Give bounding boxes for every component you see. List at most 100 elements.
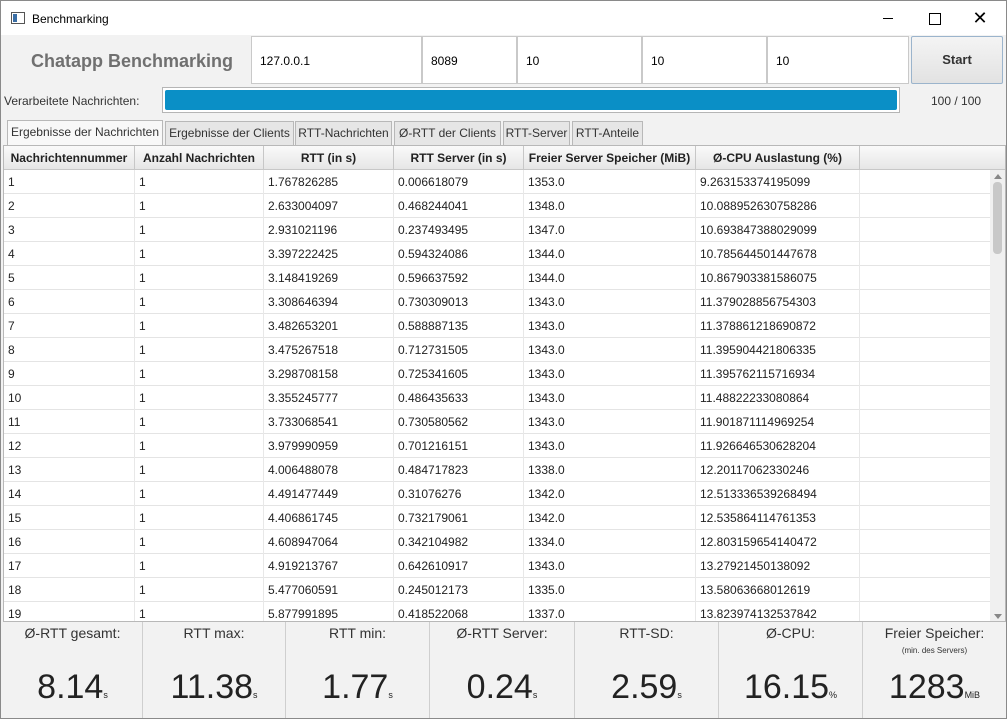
table-row[interactable]: 18 1 5.477060591 0.245012173 1335.0 13.580636… [4,578,990,602]
table-cell: 11.395904421806335 [696,338,860,362]
table-cell-empty [860,266,990,290]
app-heading: Chatapp Benchmarking [31,51,234,71]
table-cell: 1 [135,410,264,434]
column-header[interactable]: Freier Server Speicher (MiB) [524,146,696,170]
table-row[interactable]: 13 1 4.006488078 0.484717823 1338.0 12.201170… [4,458,990,482]
table-cell: 1 [135,242,264,266]
start-button[interactable]: Start [911,36,1003,84]
minimize-button[interactable] [865,1,911,35]
column-header[interactable]: RTT Server (in s) [394,146,524,170]
table-cell: 0.31076276 [394,482,524,506]
stat-avg-rtt: Ø-RTT gesamt: 8.14s [3,622,143,718]
table-row[interactable]: 9 1 3.298708158 0.725341605 1343.0 11.3957621… [4,362,990,386]
close-button[interactable]: ✕ [957,1,1003,35]
table-cell: 1.767826285 [264,170,394,194]
stat-label: Ø-CPU: [766,625,815,641]
table-cell: 1348.0 [524,194,696,218]
table-cell: 1 [135,482,264,506]
table-cell: 1338.0 [524,458,696,482]
table-row[interactable]: 11 1 3.733068541 0.730580562 1343.0 11.901871… [4,410,990,434]
table-row[interactable]: 16 1 4.608947064 0.342104982 1334.0 12.803159… [4,530,990,554]
table-row[interactable]: 10 1 3.355245777 0.486435633 1343.0 11.488222… [4,386,990,410]
table-cell: 3.308646394 [264,290,394,314]
tab-rtt-anteile[interactable]: RTT-Anteile [572,121,643,145]
table-cell: 12.535864114761353 [696,506,860,530]
table-cell: 10.088952630758286 [696,194,860,218]
column-header[interactable]: Anzahl Nachrichten [135,146,264,170]
table-cell: 11.48822233080864 [696,386,860,410]
table-row[interactable]: 6 1 3.308646394 0.730309013 1343.0 11.3790288… [4,290,990,314]
table-cell: 2.633004097 [264,194,394,218]
table-cell-empty [860,314,990,338]
table-cell: 1 [135,194,264,218]
stat-avg-rtt-server: Ø-RTT Server: 0.24s [430,622,575,718]
table-cell: 1343.0 [524,554,696,578]
table-cell: 1 [135,218,264,242]
stat-value: 16.15% [743,668,838,706]
tab-rtt-clients[interactable]: Ø-RTT der Clients [394,121,501,145]
table-cell: 1335.0 [524,578,696,602]
table-row[interactable]: 5 1 3.148419269 0.596637592 1344.0 10.8679033… [4,266,990,290]
param-field-1[interactable]: 10 [517,36,642,84]
table-row[interactable]: 12 1 3.979990959 0.701216151 1343.0 11.926646… [4,434,990,458]
stat-avg-cpu: Ø-CPU: 16.15% [719,622,863,718]
scroll-down-icon[interactable] [994,614,1002,619]
table-cell: 12.20117062330246 [696,458,860,482]
stat-value: 1283MiB [888,668,981,706]
maximize-button[interactable] [911,1,957,35]
table-cell: 15 [4,506,135,530]
port-field[interactable]: 8089 [422,36,517,84]
column-header[interactable]: Ø-CPU Auslastung (%) [696,146,860,170]
table-cell: 1342.0 [524,482,696,506]
table-cell: 11.378861218690872 [696,314,860,338]
column-header[interactable]: Nachrichtennummer [4,146,135,170]
table-cell: 1 [4,170,135,194]
table-cell: 1342.0 [524,506,696,530]
table-cell: 1343.0 [524,386,696,410]
table-cell: 1 [135,458,264,482]
table-row[interactable]: 17 1 4.919213767 0.642610917 1343.0 13.279214… [4,554,990,578]
table-cell: 1337.0 [524,602,696,621]
param-field-3[interactable]: 10 [767,36,909,84]
stat-label: RTT-SD: [619,625,674,641]
table-cell: 10.867903381586075 [696,266,860,290]
table-cell: 13.27921450138092 [696,554,860,578]
table-cell: 13.58063668012619 [696,578,860,602]
table-cell: 10.693847388029099 [696,218,860,242]
table-scrollbar[interactable] [990,170,1005,621]
host-field[interactable]: 127.0.0.1 [251,36,422,84]
scroll-thumb[interactable] [993,182,1002,254]
table-row[interactable]: 19 1 5.877991895 0.418522068 1337.0 13.823974… [4,602,990,621]
table-row[interactable]: 1 1 1.767826285 0.006618079 1353.0 9.26315337… [4,170,990,194]
table-cell: 7 [4,314,135,338]
table-cell: 2 [4,194,135,218]
param-field-2[interactable]: 10 [642,36,767,84]
table-row[interactable]: 3 1 2.931021196 0.237493495 1347.0 10.6938473… [4,218,990,242]
column-header[interactable]: RTT (in s) [264,146,394,170]
progress-bar [162,87,900,113]
table-cell: 1 [135,170,264,194]
table-cell: 3 [4,218,135,242]
table-row[interactable]: 15 1 4.406861745 0.732179061 1342.0 12.535864… [4,506,990,530]
stat-free-memory: Freier Speicher: (min. des Servers) 1283… [863,622,1006,718]
table-row[interactable]: 7 1 3.482653201 0.588887135 1343.0 11.3788612… [4,314,990,338]
table-cell: 1 [135,506,264,530]
table-cell: 1 [135,530,264,554]
table-cell: 3.475267518 [264,338,394,362]
progress-fill [165,90,897,110]
table-cell: 10.785644501447678 [696,242,860,266]
results-table: Nachrichtennummer Anzahl Nachrichten RTT… [3,145,1006,622]
progress-row: Verarbeitete Nachrichten: 100 / 100 [1,85,1006,115]
table-cell-empty [860,242,990,266]
tab-clients[interactable]: Ergebnisse der Clients [165,121,294,145]
table-cell: 0.237493495 [394,218,524,242]
tab-nachrichten[interactable]: Ergebnisse der Nachrichten [7,120,163,145]
table-row[interactable]: 8 1 3.475267518 0.712731505 1343.0 11.3959044… [4,338,990,362]
table-row[interactable]: 14 1 4.491477449 0.31076276 1342.0 12.5133365… [4,482,990,506]
tab-rtt-nachrichten[interactable]: RTT-Nachrichten [295,121,392,145]
table-cell: 0.642610917 [394,554,524,578]
scroll-up-icon[interactable] [994,174,1002,179]
table-row[interactable]: 4 1 3.397222425 0.594324086 1344.0 10.7856445… [4,242,990,266]
tab-rtt-server[interactable]: RTT-Server [503,121,570,145]
table-row[interactable]: 2 1 2.633004097 0.468244041 1348.0 10.0889526… [4,194,990,218]
